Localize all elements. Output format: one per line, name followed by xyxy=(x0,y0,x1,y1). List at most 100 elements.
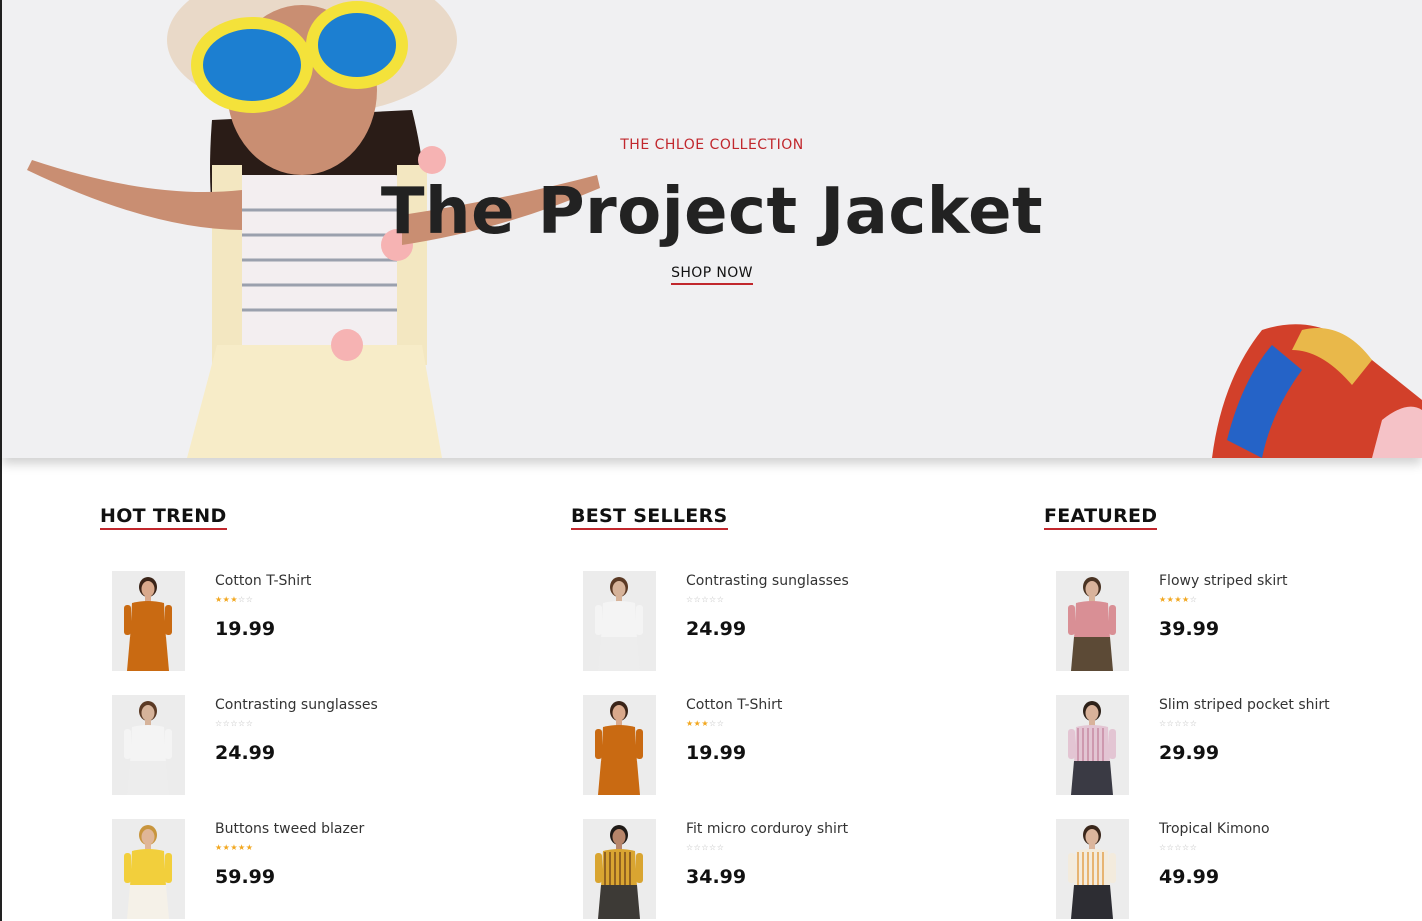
star-empty-icon: ☆ xyxy=(1182,843,1190,852)
star-empty-icon: ☆ xyxy=(245,719,254,728)
rating-stars: ★★★★☆ xyxy=(1159,595,1288,605)
star-filled-icon: ★ xyxy=(686,719,694,728)
product-image[interactable] xyxy=(583,819,656,919)
star-empty-icon: ☆ xyxy=(1159,719,1167,728)
star-empty-icon: ☆ xyxy=(716,719,725,728)
product-item[interactable]: Buttons tweed blazer ★★★★★ 59.99 xyxy=(112,819,432,919)
product-image[interactable] xyxy=(1056,695,1129,795)
product-name[interactable]: Tropical Kimono xyxy=(1159,821,1270,837)
product-name[interactable]: Contrasting sunglasses xyxy=(686,573,849,589)
product-item[interactable]: Cotton T-Shirt ★★★☆☆ 19.99 xyxy=(583,695,903,795)
product-info: Fit micro corduroy shirt ☆☆☆☆☆ 34.99 xyxy=(686,819,848,888)
star-empty-icon: ☆ xyxy=(709,719,717,728)
product-name[interactable]: Flowy striped skirt xyxy=(1159,573,1288,589)
product-name[interactable]: Buttons tweed blazer xyxy=(215,821,364,837)
star-empty-icon: ☆ xyxy=(1182,719,1190,728)
product-info: Buttons tweed blazer ★★★★★ 59.99 xyxy=(215,819,364,888)
section-heading: HOT TREND xyxy=(100,505,227,530)
rating-stars: ☆☆☆☆☆ xyxy=(1159,843,1270,853)
product-info: Cotton T-Shirt ★★★☆☆ 19.99 xyxy=(686,695,782,764)
product-info: Flowy striped skirt ★★★★☆ 39.99 xyxy=(1159,571,1288,640)
star-filled-icon: ★ xyxy=(701,719,710,728)
product-name[interactable]: Cotton T-Shirt xyxy=(686,697,782,713)
section-heading: BEST SELLERS xyxy=(571,505,728,530)
star-empty-icon: ☆ xyxy=(230,719,239,728)
star-empty-icon: ☆ xyxy=(215,719,223,728)
product-price: 24.99 xyxy=(686,618,747,640)
product-image[interactable] xyxy=(583,571,656,671)
rating-stars: ☆☆☆☆☆ xyxy=(686,595,849,605)
product-price: 19.99 xyxy=(686,742,747,764)
product-price: 19.99 xyxy=(215,618,276,640)
rating-stars: ★★★★★ xyxy=(215,843,364,853)
product-image[interactable] xyxy=(1056,819,1129,919)
product-item[interactable]: Cotton T-Shirt ★★★☆☆ 19.99 xyxy=(112,571,432,671)
rating-stars: ★★★☆☆ xyxy=(215,595,311,605)
section-featured: FEATURED Flowy striped skirt ★★★★☆ 39.99 S… xyxy=(1044,505,1384,919)
product-item[interactable]: Contrasting sunglasses ☆☆☆☆☆ 24.99 xyxy=(112,695,432,795)
star-empty-icon: ☆ xyxy=(1174,843,1183,852)
product-price: 34.99 xyxy=(686,866,747,888)
hero-cta-wrap: SHOP NOW xyxy=(2,262,1422,285)
rating-stars: ☆☆☆☆☆ xyxy=(215,719,378,729)
product-name[interactable]: Fit micro corduroy shirt xyxy=(686,821,848,837)
star-filled-icon: ★ xyxy=(1174,595,1183,604)
star-empty-icon: ☆ xyxy=(701,595,710,604)
star-filled-icon: ★ xyxy=(238,843,246,852)
star-empty-icon: ☆ xyxy=(238,595,246,604)
star-filled-icon: ★ xyxy=(215,595,223,604)
rating-stars: ☆☆☆☆☆ xyxy=(686,843,848,853)
star-empty-icon: ☆ xyxy=(686,595,694,604)
star-empty-icon: ☆ xyxy=(716,595,725,604)
product-name[interactable]: Cotton T-Shirt xyxy=(215,573,311,589)
product-item[interactable]: Slim striped pocket shirt ☆☆☆☆☆ 29.99 xyxy=(1056,695,1376,795)
product-image[interactable] xyxy=(112,819,185,919)
star-empty-icon: ☆ xyxy=(701,843,710,852)
product-image[interactable] xyxy=(112,695,185,795)
product-info: Cotton T-Shirt ★★★☆☆ 19.99 xyxy=(215,571,311,640)
hero-eyebrow: THE CHLOE COLLECTION xyxy=(620,137,804,153)
star-filled-icon: ★ xyxy=(245,843,254,852)
product-item[interactable]: Fit micro corduroy shirt ☆☆☆☆☆ 34.99 xyxy=(583,819,903,919)
product-name[interactable]: Contrasting sunglasses xyxy=(215,697,378,713)
star-filled-icon: ★ xyxy=(1159,595,1167,604)
hero-title: The Project Jacket xyxy=(380,175,1044,249)
product-price: 49.99 xyxy=(1159,866,1220,888)
product-item[interactable]: Tropical Kimono ☆☆☆☆☆ 49.99 xyxy=(1056,819,1376,919)
star-filled-icon: ★ xyxy=(1182,595,1190,604)
product-price: 59.99 xyxy=(215,866,276,888)
section-hot-trend: HOT TREND Cotton T-Shirt ★★★☆☆ 19.99 Contr… xyxy=(100,505,440,919)
star-empty-icon: ☆ xyxy=(238,719,246,728)
star-empty-icon: ☆ xyxy=(1189,843,1198,852)
star-empty-icon: ☆ xyxy=(1159,843,1167,852)
star-empty-icon: ☆ xyxy=(1189,595,1198,604)
product-name[interactable]: Slim striped pocket shirt xyxy=(1159,697,1330,713)
product-image[interactable] xyxy=(1056,571,1129,671)
product-price: 39.99 xyxy=(1159,618,1220,640)
product-item[interactable]: Flowy striped skirt ★★★★☆ 39.99 xyxy=(1056,571,1376,671)
product-info: Slim striped pocket shirt ☆☆☆☆☆ 29.99 xyxy=(1159,695,1330,764)
star-filled-icon: ★ xyxy=(230,595,239,604)
product-price: 29.99 xyxy=(1159,742,1220,764)
star-filled-icon: ★ xyxy=(230,843,239,852)
shop-now-link[interactable]: SHOP NOW xyxy=(671,265,753,285)
star-empty-icon: ☆ xyxy=(245,595,254,604)
star-filled-icon: ★ xyxy=(215,843,223,852)
product-item[interactable]: Contrasting sunglasses ☆☆☆☆☆ 24.99 xyxy=(583,571,903,671)
star-empty-icon: ☆ xyxy=(686,843,694,852)
star-empty-icon: ☆ xyxy=(1174,719,1183,728)
section-heading: FEATURED xyxy=(1044,505,1158,530)
star-empty-icon: ☆ xyxy=(1189,719,1198,728)
section-best-sellers: BEST SELLERS Contrasting sunglasses ☆☆☆☆☆… xyxy=(571,505,911,919)
product-price: 24.99 xyxy=(215,742,276,764)
product-image[interactable] xyxy=(583,695,656,795)
star-empty-icon: ☆ xyxy=(716,843,725,852)
hero-banner: THE CHLOE COLLECTION The Project Jacket … xyxy=(2,0,1422,458)
product-image[interactable] xyxy=(112,571,185,671)
product-info: Contrasting sunglasses ☆☆☆☆☆ 24.99 xyxy=(215,695,378,764)
star-empty-icon: ☆ xyxy=(709,843,717,852)
star-empty-icon: ☆ xyxy=(709,595,717,604)
rating-stars: ☆☆☆☆☆ xyxy=(1159,719,1330,729)
product-info: Tropical Kimono ☆☆☆☆☆ 49.99 xyxy=(1159,819,1270,888)
product-info: Contrasting sunglasses ☆☆☆☆☆ 24.99 xyxy=(686,571,849,640)
